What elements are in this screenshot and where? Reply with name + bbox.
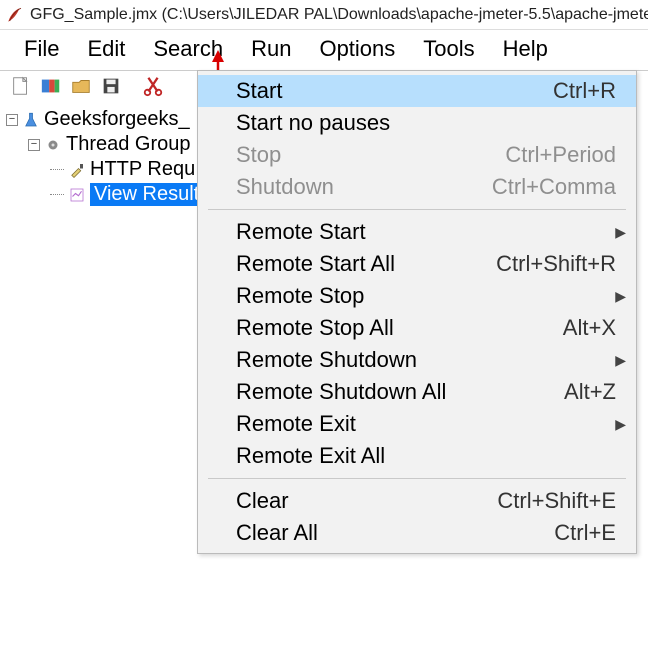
tree-label: Thread Group	[66, 133, 191, 156]
submenu-arrow-icon: ▶	[615, 416, 626, 433]
beaker-icon	[22, 111, 40, 129]
menu-item-label: Remote Start	[236, 219, 616, 245]
open-icon[interactable]	[68, 73, 94, 99]
menu-item-shortcut: Alt+Z	[564, 379, 616, 405]
tree-label: Geeksforgeeks_	[44, 108, 190, 131]
window-title: GFG_Sample.jmx (C:\Users\JILEDAR PAL\Dow…	[30, 6, 648, 24]
menu-item-shortcut: Ctrl+Comma	[492, 174, 616, 200]
collapse-icon[interactable]: −	[6, 114, 18, 126]
menu-item-remote-exit-all[interactable]: Remote Exit All	[198, 440, 636, 472]
menu-item-shortcut: Ctrl+R	[553, 78, 616, 104]
collapse-icon[interactable]: −	[28, 139, 40, 151]
menu-item-label: Remote Exit All	[236, 443, 616, 469]
menu-item-label: Start	[236, 78, 553, 104]
tree-connector-icon	[50, 194, 64, 195]
menu-options[interactable]: Options	[305, 34, 409, 66]
cut-icon[interactable]	[140, 73, 166, 99]
menu-item-label: Remote Start All	[236, 251, 496, 277]
menu-item-label: Clear All	[236, 520, 554, 546]
app-icon	[6, 6, 24, 24]
menu-item-label: Remote Shutdown	[236, 347, 616, 373]
menu-item-shortcut: Ctrl+Shift+R	[496, 251, 616, 277]
menu-file[interactable]: File	[10, 34, 73, 66]
menu-item-stop: Stop Ctrl+Period	[198, 139, 636, 171]
menu-item-remote-stop[interactable]: Remote Stop ▶	[198, 280, 636, 312]
menu-item-label: Stop	[236, 142, 505, 168]
menubar: File Edit Search Run Options Tools Help	[0, 30, 648, 70]
menu-item-label: Start no pauses	[236, 110, 616, 136]
submenu-arrow-icon: ▶	[615, 352, 626, 369]
submenu-arrow-icon: ▶	[615, 288, 626, 305]
menu-separator	[208, 209, 626, 210]
menu-separator	[208, 478, 626, 479]
menu-item-remote-exit[interactable]: Remote Exit ▶	[198, 408, 636, 440]
tree-label: View Results	[90, 183, 213, 206]
menu-item-start[interactable]: Start Ctrl+R	[198, 75, 636, 107]
menu-search[interactable]: Search	[139, 34, 237, 66]
menu-item-label: Remote Stop	[236, 283, 616, 309]
gear-icon	[44, 136, 62, 154]
tree-label: HTTP Requ	[90, 158, 195, 181]
results-icon	[68, 186, 86, 204]
menu-help[interactable]: Help	[489, 34, 562, 66]
run-dropdown-menu: Start Ctrl+R Start no pauses Stop Ctrl+P…	[197, 70, 637, 554]
titlebar: GFG_Sample.jmx (C:\Users\JILEDAR PAL\Dow…	[0, 0, 648, 30]
menu-item-clear-all[interactable]: Clear All Ctrl+E	[198, 517, 636, 549]
menu-item-shutdown: Shutdown Ctrl+Comma	[198, 171, 636, 203]
menu-item-label: Remote Exit	[236, 411, 616, 437]
menu-item-remote-shutdown-all[interactable]: Remote Shutdown All Alt+Z	[198, 376, 636, 408]
menu-item-shortcut: Ctrl+E	[554, 520, 616, 546]
pipette-icon	[68, 161, 86, 179]
menu-item-label: Clear	[236, 488, 497, 514]
tree-connector-icon	[50, 169, 64, 170]
menu-item-shortcut: Alt+X	[563, 315, 616, 341]
menu-item-remote-start-all[interactable]: Remote Start All Ctrl+Shift+R	[198, 248, 636, 280]
menu-item-clear[interactable]: Clear Ctrl+Shift+E	[198, 485, 636, 517]
templates-icon[interactable]	[38, 73, 64, 99]
menu-tools[interactable]: Tools	[409, 34, 488, 66]
menu-run[interactable]: Run	[237, 34, 305, 66]
menu-item-shortcut: Ctrl+Period	[505, 142, 616, 168]
menu-item-label: Remote Stop All	[236, 315, 563, 341]
save-icon[interactable]	[98, 73, 124, 99]
menu-item-shortcut: Ctrl+Shift+E	[497, 488, 616, 514]
menu-edit[interactable]: Edit	[73, 34, 139, 66]
menu-item-label: Shutdown	[236, 174, 492, 200]
new-file-icon[interactable]	[8, 73, 34, 99]
menu-item-remote-stop-all[interactable]: Remote Stop All Alt+X	[198, 312, 636, 344]
menu-item-start-no-pauses[interactable]: Start no pauses	[198, 107, 636, 139]
menu-item-remote-shutdown[interactable]: Remote Shutdown ▶	[198, 344, 636, 376]
submenu-arrow-icon: ▶	[615, 224, 626, 241]
menu-item-label: Remote Shutdown All	[236, 379, 564, 405]
menu-item-remote-start[interactable]: Remote Start ▶	[198, 216, 636, 248]
